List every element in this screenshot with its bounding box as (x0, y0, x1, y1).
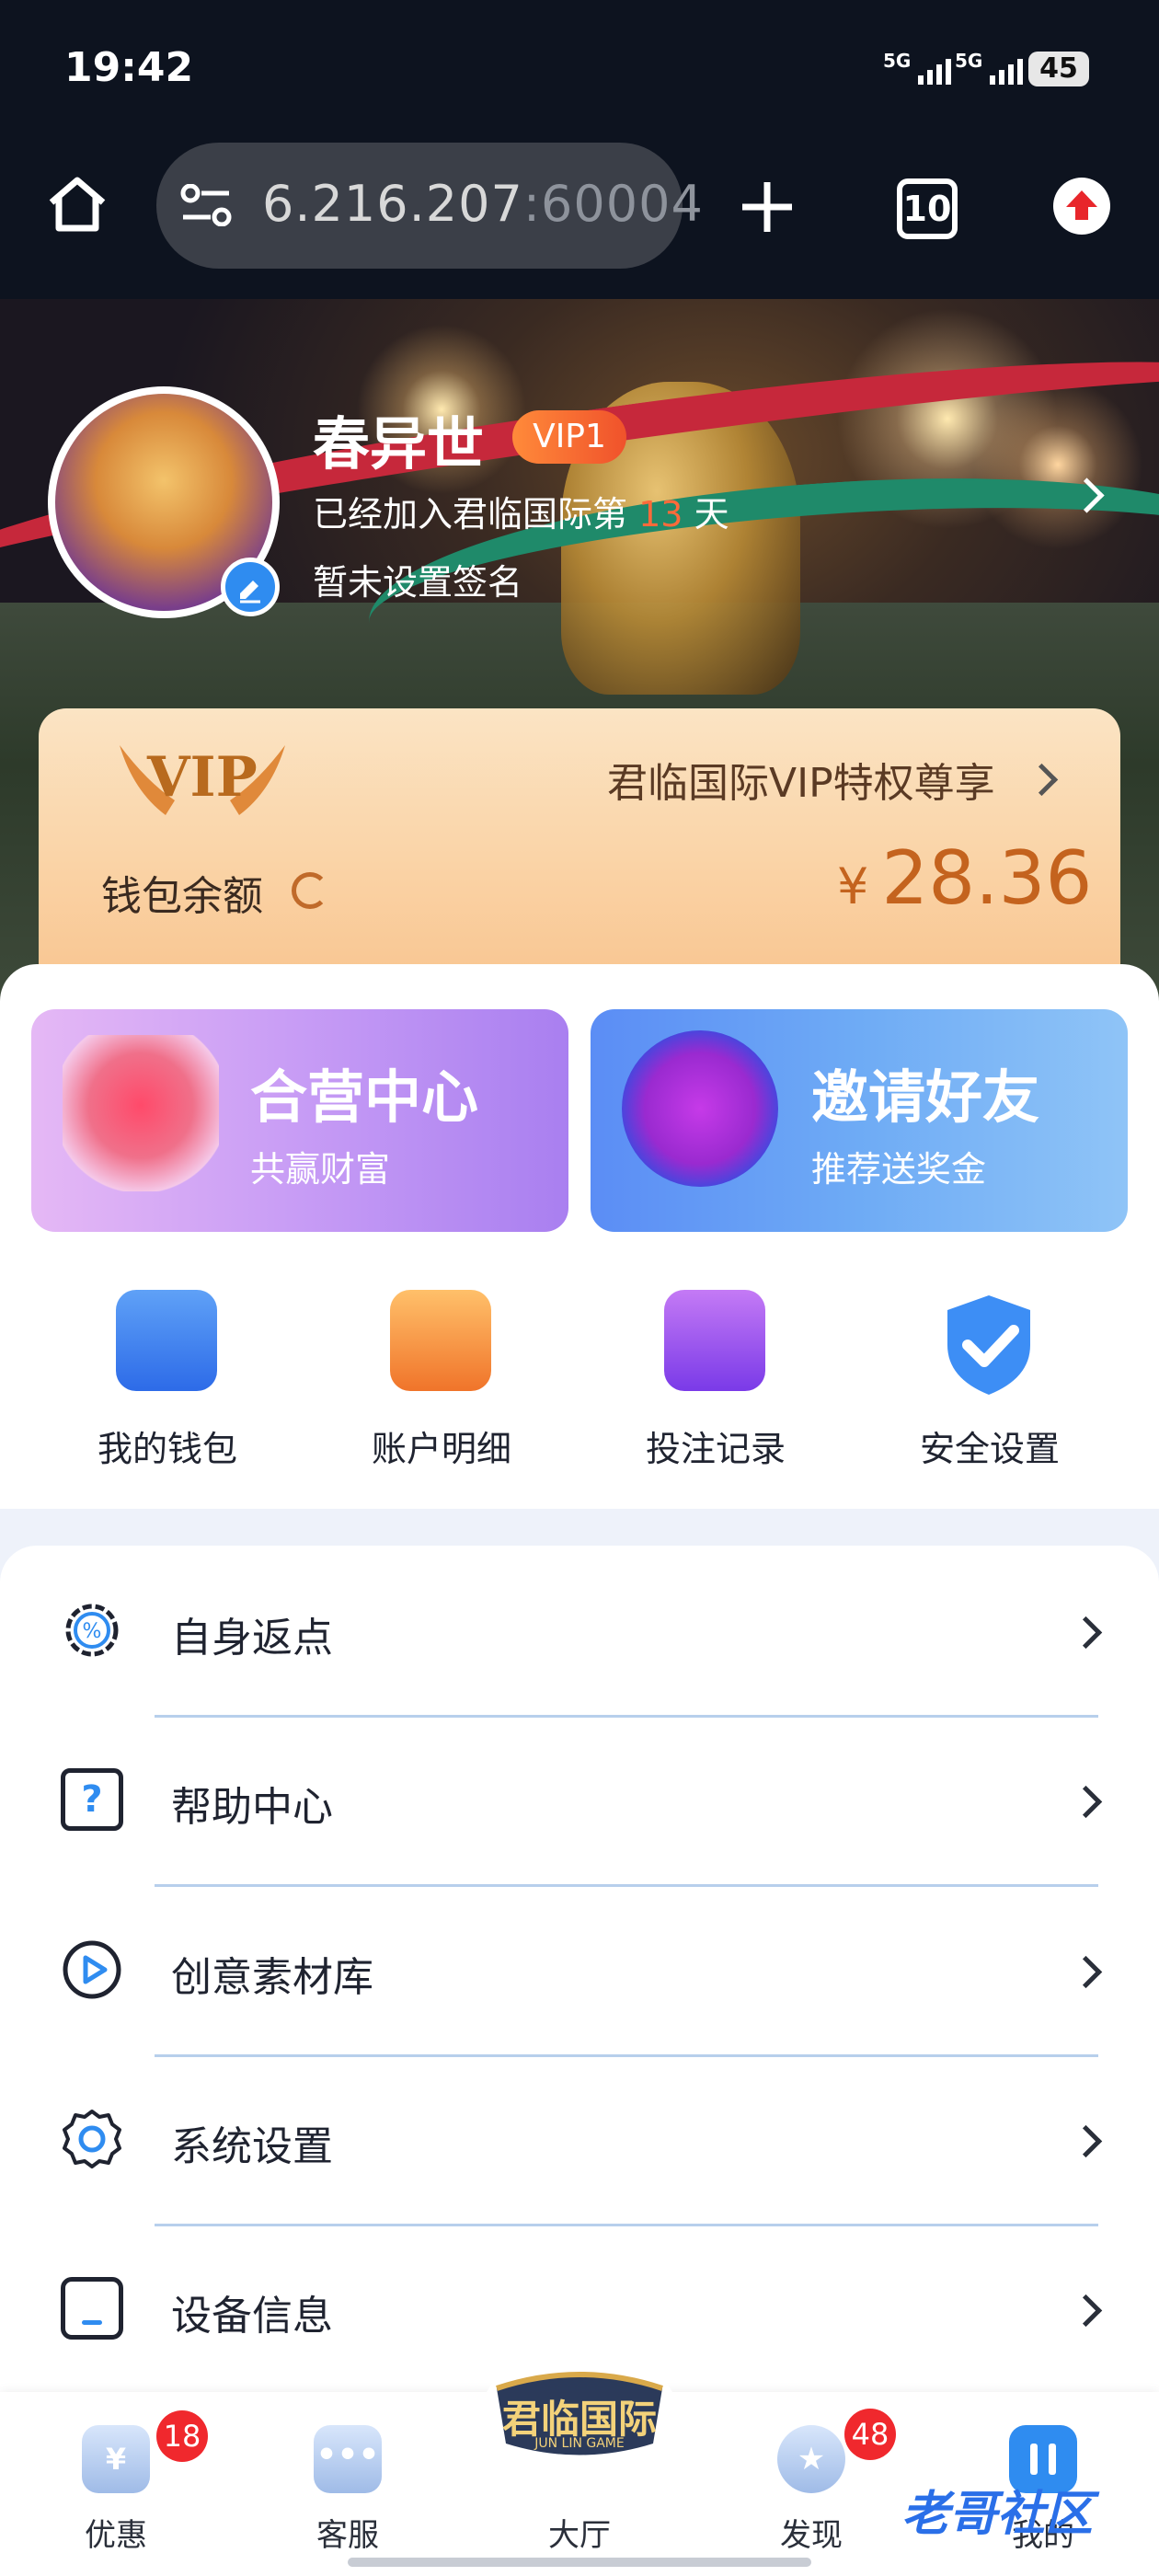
menu-label-system-settings: 系统设置 (171, 2123, 333, 2170)
wallet-balance-amount: ¥28.36 (837, 835, 1093, 921)
home-icon[interactable] (46, 175, 109, 237)
divider (155, 2224, 1098, 2226)
edit-avatar-icon[interactable] (221, 558, 280, 616)
home-indicator[interactable] (348, 2558, 811, 2567)
cellular-signal-icon-2: 5G (955, 50, 1024, 85)
quick-action-bet-record[interactable]: 投注记录 (614, 1281, 817, 1492)
svg-text:%: % (83, 1620, 102, 1643)
invite-friends-subtitle: 推荐送奖金 (811, 1149, 987, 1190)
rebate-percent-icon: % (61, 1599, 123, 1662)
nav-item-lobby[interactable]: 君临国际 JUN LIN GAME 大厅 (496, 2355, 663, 2558)
status-time: 19:42 (64, 44, 194, 91)
joined-days-text: 已经加入君临国际第 13 天 (313, 494, 729, 535)
wallet-icon (116, 1290, 217, 1391)
signature-text: 暂未设置签名 (313, 562, 523, 603)
wallet-balance-label: 钱包余额 (101, 873, 263, 920)
play-circle-icon (61, 1938, 123, 2001)
url-text[interactable]: 6.216.207:60004 (262, 175, 704, 233)
nav-item-discover[interactable]: ★ 48 发现 (729, 2409, 896, 2558)
divider (155, 2054, 1098, 2057)
vip-level-badge: VIP1 (512, 410, 626, 464)
chat-icon: ••• (314, 2425, 382, 2493)
bet-record-icon (664, 1290, 765, 1391)
quick-action-wallet[interactable]: 我的钱包 (66, 1281, 269, 1492)
security-shield-icon (938, 1290, 1039, 1404)
update-arrow-icon[interactable] (1053, 178, 1110, 235)
site-settings-icon[interactable] (179, 183, 233, 230)
nav-item-promotions[interactable]: ¥ 18 优惠 (33, 2410, 208, 2558)
affiliate-center-subtitle: 共赢财富 (250, 1149, 391, 1190)
refresh-balance-icon[interactable] (292, 872, 328, 909)
help-question-icon: ? (61, 1768, 123, 1831)
invite-phone-icon (622, 1030, 778, 1187)
device-icon (61, 2277, 123, 2340)
nav-item-support[interactable]: ••• 客服 (265, 2410, 430, 2558)
divider (155, 1715, 1098, 1718)
divider (155, 1884, 1098, 1887)
vip-wings-logo: VIP (110, 727, 294, 828)
joined-days-count: 13 (638, 494, 683, 535)
vip-privilege-link[interactable]: 君临国际VIP特权尊享 (607, 750, 995, 809)
quick-action-security[interactable]: 安全设置 (889, 1281, 1091, 1492)
cellular-signal-icon: 5G (883, 50, 952, 85)
invite-friends-title: 邀请好友 (811, 1064, 1040, 1131)
quick-action-account-detail[interactable]: 账户明细 (340, 1281, 543, 1492)
affiliate-center-title: 合营中心 (250, 1064, 479, 1131)
coupon-icon: ¥ (82, 2425, 150, 2493)
menu-label-help: 帮助中心 (171, 1784, 333, 1831)
menu-label-device-info: 设备信息 (171, 2293, 333, 2340)
new-tab-icon[interactable] (740, 180, 794, 237)
promotions-badge: 18 (156, 2410, 208, 2462)
watermark-text: 老哥社区 (901, 2487, 1094, 2542)
battery-icon: 45 (1028, 52, 1089, 86)
username: 春异世 (313, 410, 485, 477)
menu-label-rebate: 自身返点 (171, 1615, 333, 1662)
tab-switcher-button[interactable]: 10 (897, 178, 958, 239)
gear-icon (61, 2108, 123, 2170)
lobby-logo: 君临国际 JUN LIN GAME (478, 2361, 681, 2471)
heart-hands-icon (63, 1035, 219, 1191)
menu-label-creative-library: 创意素材库 (171, 1954, 373, 2001)
account-detail-icon (390, 1290, 491, 1391)
discover-medal-icon: ★ (777, 2425, 845, 2493)
discover-badge: 48 (844, 2409, 896, 2460)
